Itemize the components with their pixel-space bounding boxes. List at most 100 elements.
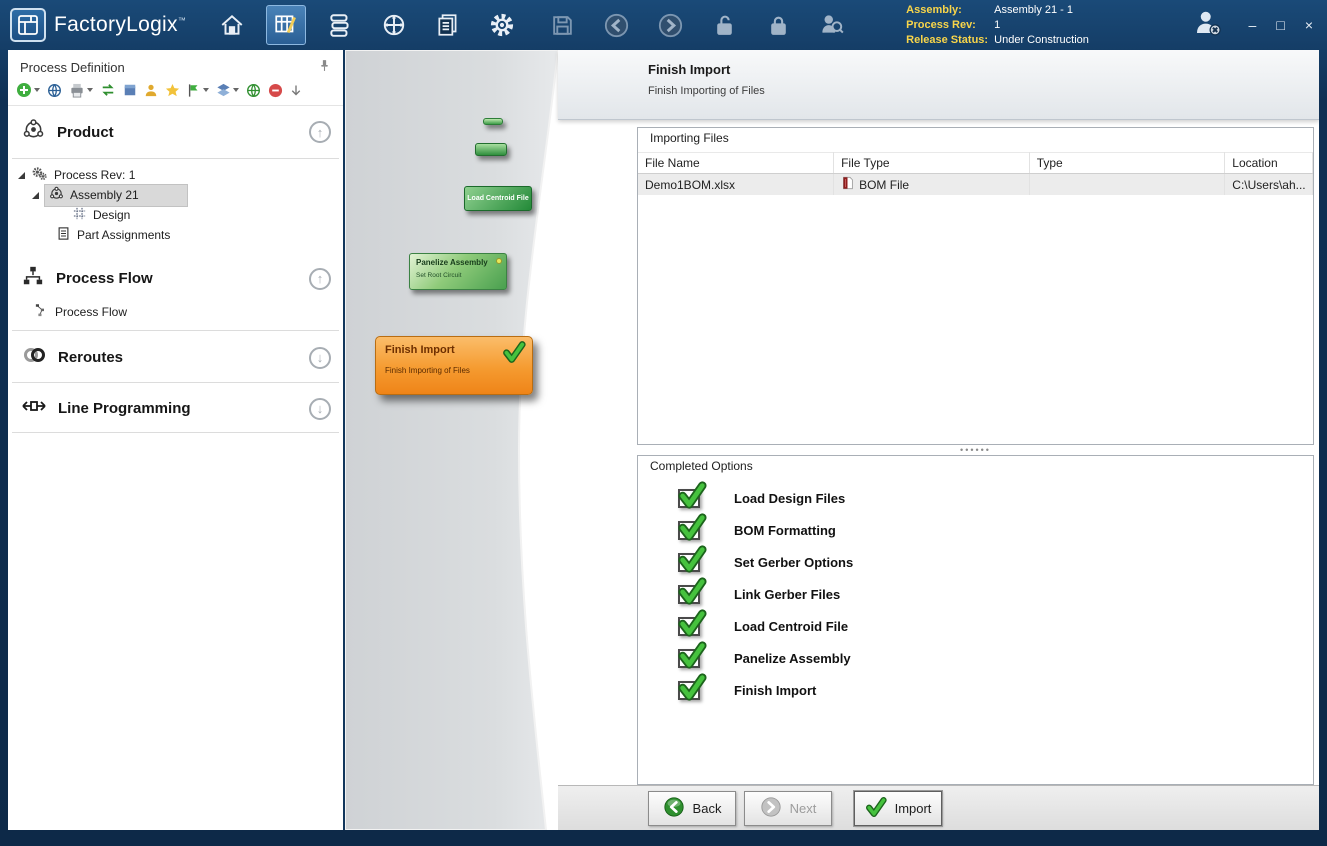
process-flow-collapse-button[interactable]: ↑ — [309, 268, 331, 290]
title-bar: FactoryLogix™ — [0, 0, 1327, 50]
tree-item-label: Assembly 21 — [70, 188, 139, 202]
favorites-star-icon[interactable] — [165, 83, 180, 98]
release-audit-icon[interactable] — [812, 5, 852, 45]
expander-icon[interactable] — [32, 192, 39, 199]
print-button[interactable] — [69, 83, 93, 98]
assembly-label: Assembly: — [906, 3, 994, 18]
package-icon[interactable] — [123, 83, 137, 97]
tree-item-assembly[interactable]: Assembly 21 — [8, 185, 343, 205]
product-tree: Process Rev: 1 Assembly 21 Design Part A… — [8, 161, 343, 253]
product-section-header[interactable]: Product ↑ — [8, 106, 343, 156]
panel-title: Process Definition — [20, 60, 125, 75]
materials-stack-icon[interactable] — [320, 5, 360, 45]
assembly-icon — [49, 186, 64, 204]
release-status-label: Release Status: — [906, 33, 994, 48]
tree-item-label: Process Rev: 1 — [54, 168, 135, 182]
column-file-type[interactable]: File Type — [834, 153, 1030, 174]
import-button[interactable]: Import — [854, 791, 942, 826]
sync-arrows-icon[interactable] — [100, 83, 116, 97]
tree-item-process-rev[interactable]: Process Rev: 1 — [8, 165, 343, 185]
tree-item-process-flow[interactable]: Process Flow — [8, 302, 343, 322]
importing-files-title: Importing Files — [646, 131, 733, 145]
back-button[interactable]: Back — [648, 791, 736, 826]
remove-button[interactable] — [268, 83, 283, 98]
expander-icon[interactable] — [18, 172, 25, 179]
user-status-icon[interactable] — [1191, 8, 1223, 43]
table-row[interactable]: Demo1BOM.xlsx BOM File C:\Users\ah... — [638, 174, 1313, 196]
flow-node-panelize-assembly[interactable]: Panelize Assembly Set Root Circuit — [409, 253, 507, 290]
cell-file-type[interactable]: BOM File — [834, 174, 1030, 196]
flow-node-title: Panelize Assembly — [416, 258, 500, 267]
add-button[interactable] — [16, 82, 40, 98]
cell-file-name[interactable]: Demo1BOM.xlsx — [638, 174, 834, 196]
trademark: ™ — [178, 16, 186, 25]
tree-item-label: Process Flow — [55, 305, 127, 319]
collapse-icon[interactable] — [290, 84, 302, 96]
reroutes-section-header[interactable]: Reroutes ↓ — [8, 333, 343, 380]
cell-location[interactable]: C:\Users\ah... — [1225, 174, 1313, 196]
maximize-button[interactable]: □ — [1276, 17, 1284, 33]
next-arrow-icon — [760, 796, 782, 821]
panel-splitter[interactable]: •••••• — [637, 445, 1314, 455]
link-globe-icon[interactable] — [47, 83, 62, 98]
close-button[interactable]: × — [1305, 17, 1313, 33]
save-icon[interactable] — [542, 5, 582, 45]
process-flow-section-header[interactable]: Process Flow ↑ — [8, 253, 343, 302]
bom-file-icon — [841, 176, 854, 193]
completed-option: Finish Import — [678, 674, 1313, 706]
secondary-toolbar — [542, 5, 852, 45]
back-circle-icon[interactable] — [596, 5, 636, 45]
assembly-info: Assembly:Assembly 21 - 1 Process Rev:1 R… — [906, 3, 1089, 48]
column-type[interactable]: Type — [1029, 153, 1225, 174]
cell-type[interactable] — [1029, 174, 1225, 196]
reroutes-section-label: Reroutes — [58, 349, 297, 366]
wizard-panels: Importing Files File Name File Type Type… — [637, 127, 1314, 785]
check-icon — [678, 649, 700, 668]
sidebar-toolbar — [8, 79, 343, 106]
content-area: Process Definition — [8, 50, 1319, 830]
user-icon[interactable] — [144, 83, 158, 97]
import-check-icon — [865, 796, 887, 821]
flow-node-finish-import[interactable]: Finish Import Finish Importing of Files — [375, 336, 533, 395]
product-collapse-button[interactable]: ↑ — [309, 121, 331, 143]
release-status-value: Under Construction — [994, 33, 1089, 48]
app-name: FactoryLogix™ — [54, 13, 186, 37]
option-label: Set Gerber Options — [734, 555, 853, 570]
line-programming-section-header[interactable]: Line Programming ↓ — [8, 385, 343, 430]
completed-options-group: Completed Options Load Design Files BOM … — [637, 455, 1314, 785]
line-programming-expand-button[interactable]: ↓ — [309, 398, 331, 420]
flow-node-small-1[interactable] — [483, 118, 503, 125]
process-rev-value: 1 — [994, 18, 1000, 33]
completed-option: Load Design Files — [678, 482, 1313, 514]
unlock-icon[interactable] — [704, 5, 744, 45]
tree-item-design[interactable]: Design — [8, 205, 343, 225]
pin-icon[interactable] — [318, 59, 331, 75]
process-definition-icon[interactable] — [266, 5, 306, 45]
assembly-value: Assembly 21 - 1 — [994, 3, 1073, 18]
selected-tree-item[interactable]: Assembly 21 — [45, 185, 187, 206]
reroutes-expand-button[interactable]: ↓ — [309, 347, 331, 369]
check-icon — [502, 340, 526, 364]
importing-files-group: Importing Files File Name File Type Type… — [637, 127, 1314, 445]
flow-node-load-centroid[interactable]: Load Centroid File — [464, 186, 532, 211]
settings-gear-icon[interactable] — [482, 5, 522, 45]
flow-node-small-2[interactable] — [475, 143, 507, 156]
column-file-name[interactable]: File Name — [638, 153, 834, 174]
tree-item-part-assignments[interactable]: Part Assignments — [8, 225, 343, 245]
minimize-button[interactable]: – — [1249, 17, 1257, 33]
layers-icon[interactable] — [216, 83, 239, 97]
design-icon — [72, 206, 87, 224]
wizard-subtitle: Finish Importing of Files — [648, 85, 1319, 97]
check-icon — [678, 521, 700, 540]
lock-icon[interactable] — [758, 5, 798, 45]
next-button[interactable]: Next — [744, 791, 832, 826]
documents-icon[interactable] — [428, 5, 468, 45]
navigator-compass-icon[interactable] — [374, 5, 414, 45]
column-location[interactable]: Location — [1225, 153, 1313, 174]
home-icon[interactable] — [212, 5, 252, 45]
web-icon[interactable] — [246, 83, 261, 98]
forward-circle-icon[interactable] — [650, 5, 690, 45]
tree-item-label: Design — [93, 208, 130, 222]
reroutes-icon — [22, 345, 46, 370]
flag-icon[interactable] — [187, 83, 209, 98]
